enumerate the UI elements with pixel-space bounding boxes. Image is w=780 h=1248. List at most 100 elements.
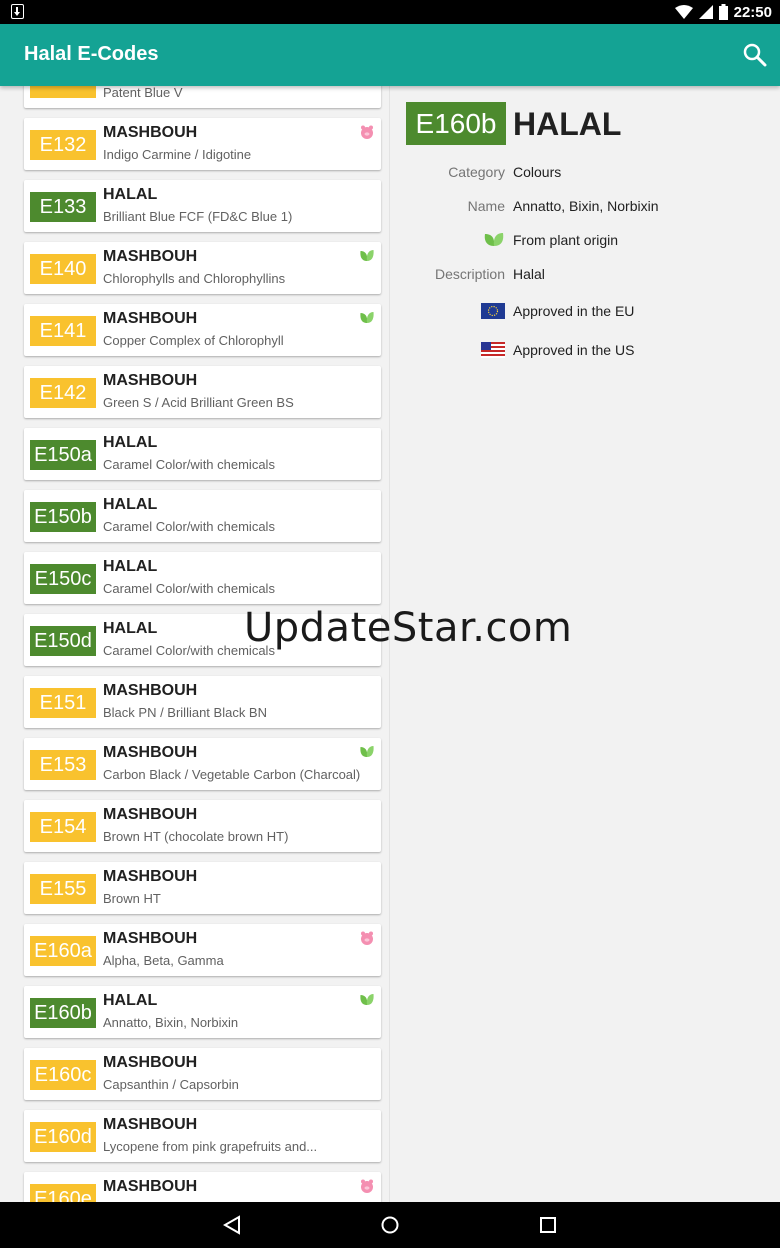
ecode-status: MASHBOUH: [103, 1178, 198, 1195]
ecode-badge: [30, 86, 96, 98]
ecode-badge: E132: [30, 130, 96, 160]
ecode-badge: E154: [30, 812, 96, 842]
ecode-description: Caramel Color/with chemicals: [103, 457, 275, 472]
ecode-card[interactable]: E151 MASHBOUH Black PN / Brilliant Black B…: [24, 676, 381, 728]
ecode-description: Lycopene from pink grapefruits and...: [103, 1139, 318, 1154]
ecode-card[interactable]: E141 MASHBOUH Copper Complex of Chlorophyl…: [24, 304, 381, 356]
leaf-icon: [360, 994, 374, 1005]
us-flag-icon: [481, 342, 505, 358]
leaf-icon: [360, 312, 374, 323]
ecode-card[interactable]: E160a MASHBOUH Alpha, Beta, Gamma: [24, 924, 381, 976]
leaf-icon: [484, 233, 504, 246]
ecode-status: MASHBOUH: [103, 744, 198, 761]
ecode-card[interactable]: Patent Blue V: [24, 86, 381, 108]
ecode-card[interactable]: E160eMASHBOUHBeta-apo-8-carotenal: [24, 1172, 381, 1202]
pig-icon: [361, 1179, 373, 1193]
detail-code-badge: E160b: [406, 102, 506, 145]
ecode-status: MASHBOUH: [103, 930, 198, 947]
pig-icon: [361, 125, 373, 139]
ecode-badge: E155: [30, 874, 96, 904]
ecode-card[interactable]: E150b HALAL Caramel Color/with chemicals: [24, 490, 381, 542]
ecode-status: HALAL: [103, 186, 158, 203]
app-bar: Halal E-Codes: [0, 24, 780, 86]
ecode-status: MASHBOUH: [103, 1116, 198, 1133]
name-value: Annatto, Bixin, Norbixin: [513, 198, 659, 214]
ecode-description: Carbon Black / Vegetable Carbon (Charcoa…: [103, 767, 361, 782]
ecode-card[interactable]: E155 MASHBOUH Brown HT: [24, 862, 381, 914]
ecode-card[interactable]: E150c HALAL Caramel Color/with chemicals: [24, 552, 381, 604]
wifi-icon: [674, 5, 693, 19]
ecode-status: HALAL: [103, 620, 158, 637]
ecode-description: Brilliant Blue FCF (FD&C Blue 1): [103, 209, 293, 224]
ecode-badge: E141: [30, 316, 96, 346]
clock: 22:50: [733, 3, 772, 21]
ecode-badge: E151: [30, 688, 96, 718]
ecode-card[interactable]: E153 MASHBOUH Carbon Black / Vegetable Car…: [24, 738, 381, 790]
signal-icon: [698, 5, 713, 19]
ecode-description: Chlorophylls and Chlorophyllins: [103, 271, 286, 286]
name-row: Name Annatto, Bixin, Norbixin: [390, 196, 780, 218]
ecode-badge: E150a: [30, 440, 96, 470]
recents-icon[interactable]: [537, 1214, 559, 1236]
ecode-badge: E160a: [30, 936, 96, 966]
ecode-description: Copper Complex of Chlorophyll: [103, 333, 284, 348]
ecode-card[interactable]: E160c MASHBOUH Capsanthin / Capsorbin: [24, 1048, 381, 1100]
ecode-description: Indigo Carmine / Idigotine: [103, 147, 252, 162]
ecode-badge: E160c: [30, 1060, 96, 1090]
ecode-status: HALAL: [103, 992, 158, 1009]
ecode-description: Black PN / Brilliant Black BN: [103, 705, 267, 720]
eu-flag-icon: [481, 303, 505, 319]
ecode-card[interactable]: E132 MASHBOUH Indigo Carmine / Idigotine: [24, 118, 381, 170]
name-label: Name: [467, 198, 505, 214]
ecode-description: Annatto, Bixin, Norbixin: [103, 1015, 239, 1030]
home-icon[interactable]: [379, 1214, 401, 1236]
description-row: Description Halal: [390, 264, 780, 286]
ecode-status: MASHBOUH: [103, 310, 198, 327]
pig-icon: [361, 931, 373, 945]
ecode-card[interactable]: E142 MASHBOUH Green S / Acid Brilliant Gre…: [24, 366, 381, 418]
ecode-card[interactable]: E160d MASHBOUH Lycopene from pink grapefru…: [24, 1110, 381, 1162]
origin-value: From plant origin: [513, 232, 619, 248]
app-title: Halal E-Codes: [24, 43, 159, 65]
ecode-badge: E140: [30, 254, 96, 284]
eu-approval: Approved in the EU: [513, 303, 635, 319]
detail-status: HALAL: [513, 106, 622, 142]
ecode-badge: E160b: [30, 998, 96, 1028]
ecode-status: HALAL: [103, 496, 158, 513]
ecode-description: Capsanthin / Capsorbin: [103, 1077, 239, 1092]
ecode-description: Green S / Acid Brilliant Green BS: [103, 395, 294, 410]
leaf-icon: [360, 250, 374, 261]
ecode-badge: E153: [30, 750, 96, 780]
ecode-description: Caramel Color/with chemicals: [103, 581, 275, 596]
ecode-card[interactable]: E154 MASHBOUH Brown HT (chocolate brown HT…: [24, 800, 381, 852]
download-icon: [11, 4, 24, 19]
ecode-status: MASHBOUH: [103, 868, 198, 885]
eu-row: Approved in the EU: [390, 301, 780, 323]
category-label: Category: [448, 164, 505, 180]
ecode-badge: E150d: [30, 626, 96, 656]
us-approval: Approved in the US: [513, 342, 635, 358]
ecode-card[interactable]: E150a HALAL Caramel Color/with chemicals: [24, 428, 381, 480]
ecode-badge: E150c: [30, 564, 96, 594]
ecode-badge: E133: [30, 192, 96, 222]
ecode-status: MASHBOUH: [103, 248, 198, 265]
battery-icon: [718, 4, 728, 20]
ecode-badge: E160e: [30, 1184, 96, 1202]
back-icon[interactable]: [221, 1214, 243, 1236]
search-icon[interactable]: [742, 42, 768, 68]
description-value: Halal: [513, 266, 545, 282]
navigation-bar: [0, 1202, 780, 1248]
ecode-card[interactable]: E160b HALAL Annatto, Bixin, Norbixin: [24, 986, 381, 1038]
ecode-description: Brown HT: [103, 891, 161, 906]
status-bar: 22:50: [0, 0, 780, 24]
ecode-card[interactable]: E133 HALAL Brilliant Blue FCF (FD&C Blue 1…: [24, 180, 381, 232]
ecode-status: MASHBOUH: [103, 682, 198, 699]
origin-row: From plant origin: [390, 230, 780, 252]
category-row: Category Colours: [390, 162, 780, 184]
us-row: Approved in the US: [390, 340, 780, 362]
ecode-card[interactable]: E140 MASHBOUH Chlorophylls and Chlorophyll…: [24, 242, 381, 294]
watermark: UpdateStar.com: [244, 605, 573, 651]
ecode-description: Patent Blue V: [103, 86, 183, 100]
ecode-status: HALAL: [103, 434, 158, 451]
ecode-status: MASHBOUH: [103, 124, 198, 141]
